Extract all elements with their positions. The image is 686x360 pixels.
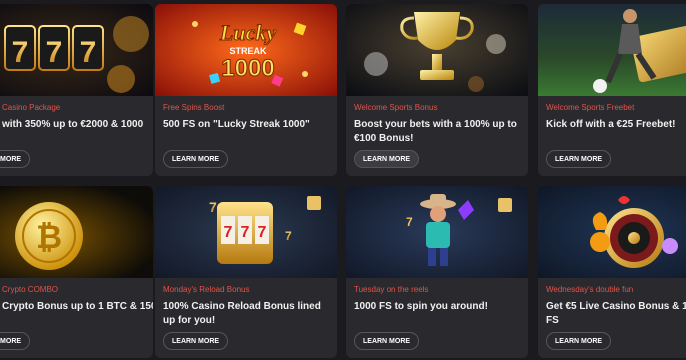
svg-text:7: 7 — [46, 36, 63, 69]
learn-more-button[interactable]: LEARN MORE — [546, 332, 612, 350]
promo-card-sports-freebet[interactable]: Welcome Sports Freebet Kick off with a €… — [538, 4, 686, 176]
promo-title: 1000 FS to spin you around! — [354, 301, 488, 312]
promo-tag: Welcome Sports Bonus — [354, 103, 438, 112]
learn-more-button[interactable]: LEARN MORE — [354, 150, 420, 168]
learn-more-button[interactable]: LEARN MORE — [354, 332, 420, 350]
learn-more-button[interactable]: LEARN MORE — [546, 150, 612, 168]
svg-text:₿: ₿ — [36, 219, 62, 255]
cowboy-image: 7 — [346, 186, 528, 278]
svg-text:7: 7 — [285, 229, 292, 243]
promo-title: 500 FS on "Lucky Streak 1000" — [163, 119, 310, 130]
svg-text:7: 7 — [12, 36, 29, 69]
trophy-image — [346, 4, 528, 96]
promo-title: Boost your bets with a 100% up to €100 B… — [354, 119, 517, 144]
bitcoin-image: ₿ — [0, 186, 153, 278]
svg-text:7: 7 — [241, 224, 250, 241]
football-player-image — [538, 4, 686, 96]
learn-more-button[interactable]: LEARN MORE — [163, 332, 229, 350]
slot-machine-image: 7 7 7 7 7 — [155, 186, 337, 278]
promo-title: 100% Casino Reload Bonus lined up for yo… — [163, 301, 321, 326]
svg-text:7: 7 — [258, 224, 267, 241]
promo-title: Kick off with a €25 Freebet! — [546, 119, 676, 130]
promo-card-casino-package[interactable]: 7 7 7 Casino Package with 350% up to €20… — [0, 4, 153, 176]
promo-title: with 350% up to €2000 & 1000 — [2, 119, 144, 130]
learn-more-button[interactable]: LEARN MORE — [0, 150, 31, 168]
promo-tag: Welcome Sports Freebet — [546, 103, 635, 112]
promo-card-crypto-combo[interactable]: ₿ Crypto COMBO Crypto Bonus up to 1 BTC … — [0, 186, 153, 358]
svg-text:7: 7 — [80, 36, 97, 69]
promo-tag: Monday's Reload Bonus — [163, 285, 250, 294]
svg-text:7: 7 — [406, 215, 413, 229]
promo-tag: Casino Package — [2, 103, 61, 112]
promo-card-sports-bonus[interactable]: Welcome Sports Bonus Boost your bets wit… — [346, 4, 528, 176]
promo-tag: Tuesday on the reels — [354, 285, 429, 294]
logo-1000-text: 1000 — [221, 55, 274, 82]
logo-lucky-text: Lucky — [219, 20, 276, 45]
promo-title: Get €5 Live Casino Bonus & 150 FS — [546, 301, 686, 326]
roulette-image — [538, 186, 686, 278]
promo-tag: Free Spins Boost — [163, 103, 225, 112]
promo-card-monday-reload[interactable]: 7 7 7 7 7 Monday's Reload Bonus 100% Cas… — [155, 186, 337, 358]
promo-card-wednesday-fun[interactable]: Wednesday's double fun Get €5 Live Casin… — [538, 186, 686, 358]
svg-text:7: 7 — [209, 199, 217, 215]
promo-tag: Wednesday's double fun — [546, 285, 634, 294]
promo-tag: Crypto COMBO — [2, 285, 59, 294]
promo-card-tuesday-reels[interactable]: 7 Tuesday on the reels 1000 FS to spin y… — [346, 186, 528, 358]
learn-more-button[interactable]: LEARN MORE — [163, 150, 229, 168]
promo-card-free-spins[interactable]: Lucky STREAK 1000 Free Spins Boost 500 F… — [155, 4, 337, 176]
promo-title: Crypto Bonus up to 1 BTC & 150 — [2, 301, 153, 312]
slot-777-image: 7 7 7 — [0, 4, 153, 96]
svg-text:7: 7 — [224, 224, 233, 241]
lucky-streak-image: Lucky STREAK 1000 — [155, 4, 337, 96]
learn-more-button[interactable]: LEARN MORE — [0, 332, 31, 350]
